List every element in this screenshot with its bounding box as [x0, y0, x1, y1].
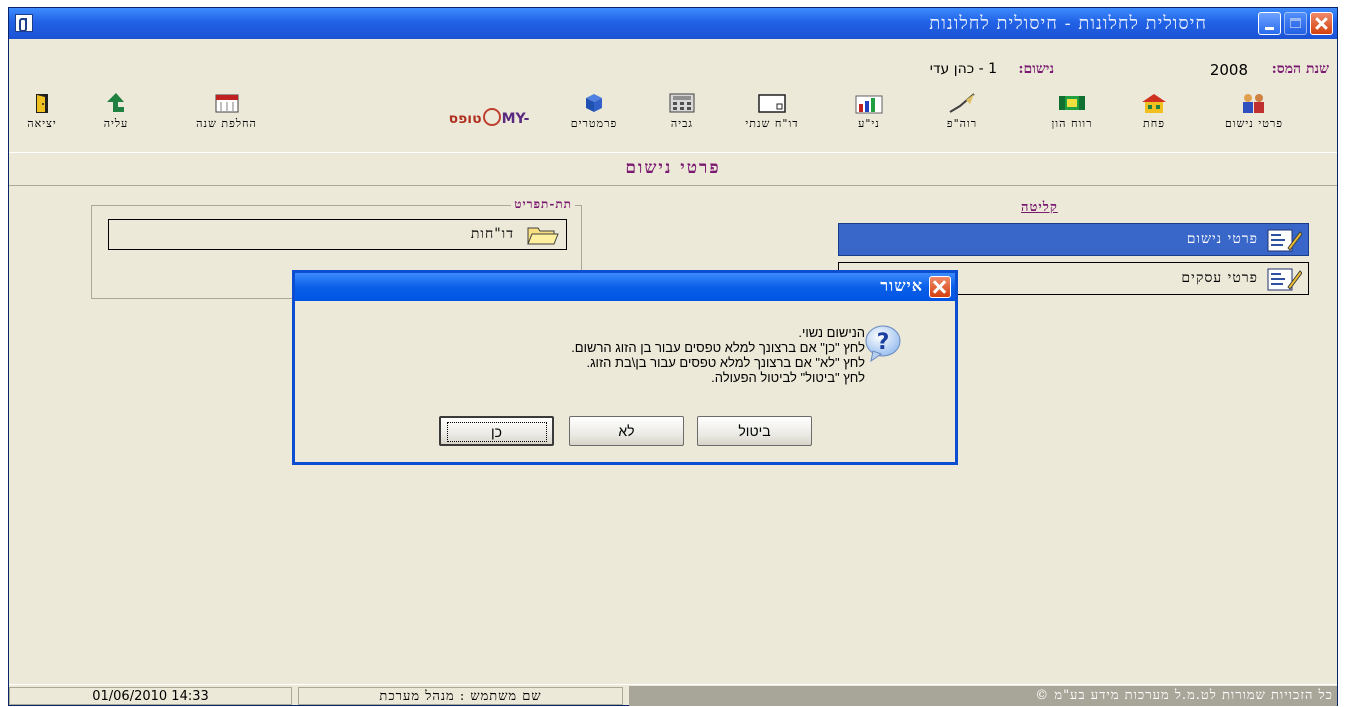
dialog-title-bar[interactable]: אישור [295, 273, 955, 301]
report-icon [758, 94, 786, 113]
people-icon [1243, 94, 1264, 113]
toolbar-pl-button[interactable]: רוה"פ [927, 92, 997, 148]
calendar-icon [215, 94, 238, 113]
dialog-message-line: לחץ "לא" אם ברצונך למלא טפסים עבור בן\בת… [586, 355, 865, 370]
page-title: פרטי נישום [625, 158, 721, 178]
toolbar-label: גביה [670, 117, 694, 130]
house-icon [1142, 94, 1166, 113]
assessee-label: נישום: [1018, 61, 1054, 77]
window-title: חיסולית לחלונות - חיסולית לחלונות [929, 13, 1207, 34]
dialog-close-button[interactable] [929, 276, 951, 298]
yes-button-label: כן [446, 422, 547, 442]
toolbar-up-button[interactable]: עליה [91, 92, 141, 148]
reports-label: דו"חות [470, 226, 514, 242]
money-icon [1059, 96, 1085, 110]
tax-year-value: 2008 [1209, 61, 1248, 79]
intake-title: קליטה [1021, 200, 1058, 215]
intake-item-label: פרטי עסקים [1181, 270, 1258, 286]
cancel-button[interactable]: ביטול [697, 416, 812, 446]
close-window-button[interactable] [1310, 12, 1333, 35]
tax-year-label: שנת המס: [1271, 61, 1329, 77]
chart-icon [855, 95, 883, 114]
toolbar-label: רוה"פ [946, 117, 978, 130]
minimize-button[interactable] [1258, 12, 1281, 35]
dialog-message-line: לחץ "ביטול" לביטול הפעולה. [711, 370, 865, 385]
toolbar-label: פרמטרים [570, 117, 618, 130]
info-bar: שנת המס: 2008 נישום: 1 - כהן עדי [9, 44, 1337, 84]
sub-menu-title: תת-תפריט [511, 197, 575, 212]
pen-icon [949, 93, 975, 113]
toolbar-label: ני"ע [858, 117, 880, 130]
svg-text:?: ? [877, 330, 890, 355]
intake-item-label: פרטי נישום [1186, 231, 1258, 247]
status-user: שם משתמש : מנהל מערכת [298, 687, 623, 705]
toolbar-change-year-button[interactable]: החלפת שנה [184, 92, 269, 148]
status-datetime: 01/06/2010 14:33 [9, 687, 292, 705]
toolbar-exit-button[interactable]: יציאה [17, 92, 67, 148]
dialog-message-line: לחץ "כן" אם ברצונך למלא טפסים עבור בן הז… [571, 340, 865, 355]
toolbar-depreciation-button[interactable]: פחת [1124, 92, 1184, 148]
title-bar[interactable]: חיסולית לחלונות - חיסולית לחלונות [9, 8, 1337, 39]
form-edit-icon [1267, 229, 1302, 252]
toolbar-label: יציאה [27, 117, 57, 130]
intake-item-assessee-details[interactable]: פרטי נישום [838, 223, 1309, 256]
toolbar-label: פרטי נישום [1224, 117, 1284, 130]
section-header: פרטי נישום [9, 152, 1337, 186]
toolbar-capital-gain-button[interactable]: רווח הון [1037, 92, 1107, 148]
dialog-title: אישור [880, 276, 923, 295]
toolbar-label: דו"ח שנתי [745, 117, 799, 130]
toolbar-collection-button[interactable]: גביה [652, 92, 712, 148]
toolbar-label: החלפת שנה [196, 117, 257, 130]
dialog-message-line: הנישום נשוי. [798, 325, 865, 340]
yes-button[interactable]: כן [439, 416, 554, 446]
logo-circle-icon [482, 108, 501, 126]
up-arrow-icon [107, 93, 124, 112]
toolbar-label: רווח הון [1051, 117, 1093, 130]
no-button[interactable]: לא [569, 416, 684, 446]
logo-text-hebrew: טופס [448, 111, 482, 127]
cube-icon [586, 94, 602, 112]
logo-text: MY- [501, 111, 530, 127]
toolbar-securities-button[interactable]: ני"ע [834, 92, 904, 148]
status-bar: 01/06/2010 14:33 שם משתמש : מנהל מערכת כ… [9, 684, 1337, 707]
toolbar-parameters-button[interactable]: פרמטרים [554, 92, 634, 148]
question-icon: ? [865, 325, 901, 363]
toolbar-assessee-details-button[interactable]: פרטי נישום [1209, 92, 1299, 148]
confirm-dialog: אישור ? הנישום נשוי. לחץ "כן" אם ברצונך … [292, 270, 958, 465]
toolbar-label: פחת [1143, 117, 1165, 130]
assessee-value: 1 - כהן עדי [929, 61, 997, 77]
toolbar-annual-report-button[interactable]: דו"ח שנתי [732, 92, 812, 148]
app-icon[interactable] [15, 14, 33, 32]
maximize-button[interactable] [1284, 12, 1307, 35]
form-edit-icon [1267, 268, 1302, 291]
toolbar-label: עליה [103, 117, 129, 130]
my-tofes-logo: טופס MY- [434, 108, 544, 138]
reports-menu-item[interactable]: דו"חות [108, 219, 567, 250]
folder-icon [527, 227, 559, 245]
calculator-icon [669, 93, 695, 113]
exit-door-icon [36, 94, 48, 113]
dialog-message: הנישום נשוי. לחץ "כן" אם ברצונך למלא טפס… [305, 325, 865, 385]
status-copyright: כל הזכויות שמורות לט.מ.ל מערכות מידע בע"… [629, 686, 1337, 706]
